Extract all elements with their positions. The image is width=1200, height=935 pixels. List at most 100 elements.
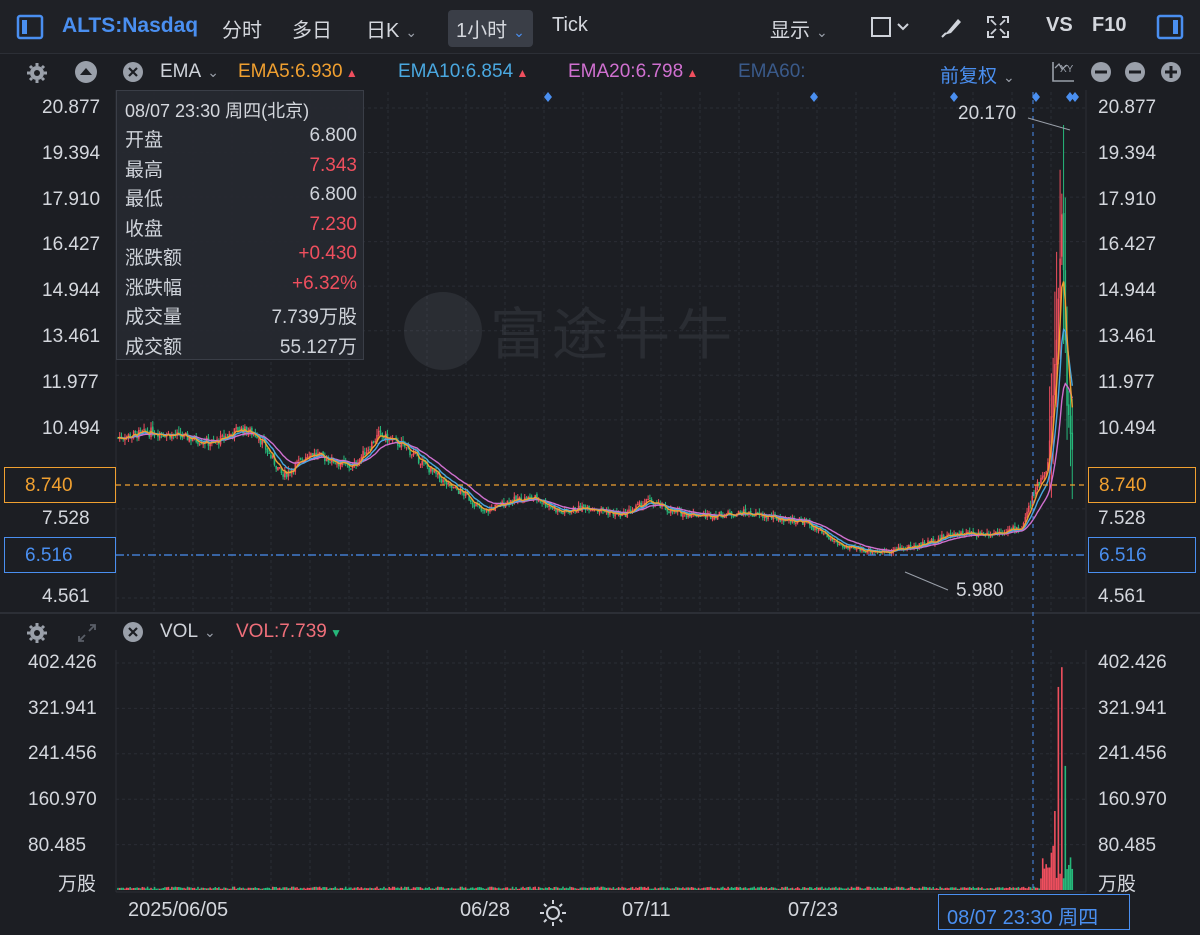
volume-bar: [664, 888, 667, 890]
minus-icon[interactable]: [1124, 61, 1146, 83]
volume-bar: [981, 887, 983, 890]
volume-bar: [897, 886, 900, 890]
volume-bar: [619, 888, 622, 890]
volume-bar: [466, 888, 469, 890]
volume-bar: [148, 888, 151, 890]
volume-bar: [984, 888, 987, 890]
volume-bar: [751, 887, 754, 890]
tooltip-value: 55.127万: [279, 336, 357, 358]
volume-bar: [1052, 845, 1054, 890]
candle-body: [275, 465, 277, 469]
volume-bar: [704, 887, 707, 890]
volume-bar: [172, 887, 175, 890]
volume-bar: [522, 886, 524, 890]
volume-bar: [890, 888, 893, 890]
volume-bar: [727, 886, 729, 890]
volume-bar: [927, 887, 929, 890]
volume-bar: [682, 887, 684, 890]
volume-bar: [836, 888, 839, 890]
volume-bar: [864, 888, 867, 890]
volume-bar: [690, 887, 693, 890]
volume-bar: [296, 887, 298, 890]
volume-bar: [720, 887, 722, 890]
tooltip-key: 涨跌幅: [125, 277, 183, 299]
volume-bar: [530, 888, 533, 890]
candle-body: [437, 473, 439, 475]
volume-bar: [845, 888, 848, 890]
price-axis-label: 19.394: [42, 143, 101, 164]
crosshair-price-tag-right: 8.740: [1088, 467, 1196, 503]
volume-bar: [496, 888, 498, 890]
volume-bar: [616, 888, 618, 890]
vol-selector[interactable]: VOL ⌄: [160, 621, 216, 643]
volume-bar: [998, 887, 1001, 890]
volume-bar: [593, 887, 596, 890]
volume-bar: [661, 887, 663, 890]
volume-bar: [555, 886, 557, 890]
volume-bar: [457, 888, 460, 890]
volume-bar: [117, 887, 119, 890]
adjust-selector[interactable]: 前复权 ⌄: [940, 61, 1015, 88]
volume-bar: [977, 887, 980, 890]
candle-body: [191, 439, 194, 441]
candle-body: [299, 458, 302, 460]
volume-bar: [350, 887, 352, 890]
volume-bar: [461, 886, 463, 890]
volume-bar: [337, 888, 340, 890]
volume-bar: [605, 887, 608, 890]
volume-bar: [125, 887, 128, 890]
volume-bar: [685, 887, 688, 890]
volume-bar: [873, 887, 875, 890]
xy-scale-label: XY: [1060, 64, 1074, 75]
volume-bar: [920, 888, 922, 890]
collapse-up-icon[interactable]: [74, 60, 98, 84]
expand-icon[interactable]: [76, 622, 98, 644]
candle-body: [200, 443, 203, 445]
volume-bar: [289, 888, 291, 890]
volume-bar: [788, 888, 790, 890]
volume-bar: [857, 886, 860, 890]
volume-bar: [591, 887, 594, 890]
candle-body: [473, 504, 476, 508]
ema5-value: EMA5:6.930 ▲: [238, 61, 358, 82]
volume-bar: [306, 887, 309, 890]
volume-bar: [303, 887, 305, 890]
high-annotation: 20.170: [958, 103, 1017, 124]
volume-bar: [120, 887, 123, 890]
candle-body: [443, 480, 446, 482]
volume-bar: [1040, 878, 1042, 890]
close-icon[interactable]: [122, 621, 144, 643]
volume-bar: [308, 887, 310, 890]
volume-bar: [993, 888, 995, 890]
candle-body: [1067, 404, 1070, 416]
volume-bar: [744, 887, 747, 890]
close-icon[interactable]: [122, 61, 144, 83]
zoom-out-icon[interactable]: [1090, 61, 1112, 83]
ema20-value: EMA20:6.798 ▲: [568, 61, 699, 82]
volume-bar: [847, 887, 849, 890]
zoom-in-icon[interactable]: [1160, 61, 1182, 83]
volume-bar: [729, 888, 731, 890]
volume-bar: [459, 886, 462, 890]
volume-bar: [673, 888, 676, 890]
volume-bar: [589, 887, 592, 890]
volume-bar: [525, 887, 528, 890]
volume-bar: [1017, 886, 1020, 890]
gear-icon[interactable]: [26, 62, 48, 84]
volume-bar: [134, 887, 137, 890]
volume-bar: [763, 887, 766, 890]
volume-bar: [325, 887, 328, 890]
candle-body: [367, 449, 370, 452]
xy-scale-button[interactable]: XY: [1050, 60, 1076, 84]
volume-bar: [994, 887, 997, 890]
tooltip-value: 7.739万股: [271, 307, 357, 328]
volume-bar: [756, 887, 759, 890]
volume-bar: [443, 888, 446, 890]
volume-bar: [1026, 888, 1028, 890]
volume-bar: [946, 887, 948, 890]
volume-bar: [579, 887, 582, 890]
candle-body: [310, 453, 312, 456]
ema-selector[interactable]: EMA ⌄: [160, 61, 219, 83]
gear-icon[interactable]: [26, 622, 48, 644]
volume-bar: [384, 888, 387, 890]
